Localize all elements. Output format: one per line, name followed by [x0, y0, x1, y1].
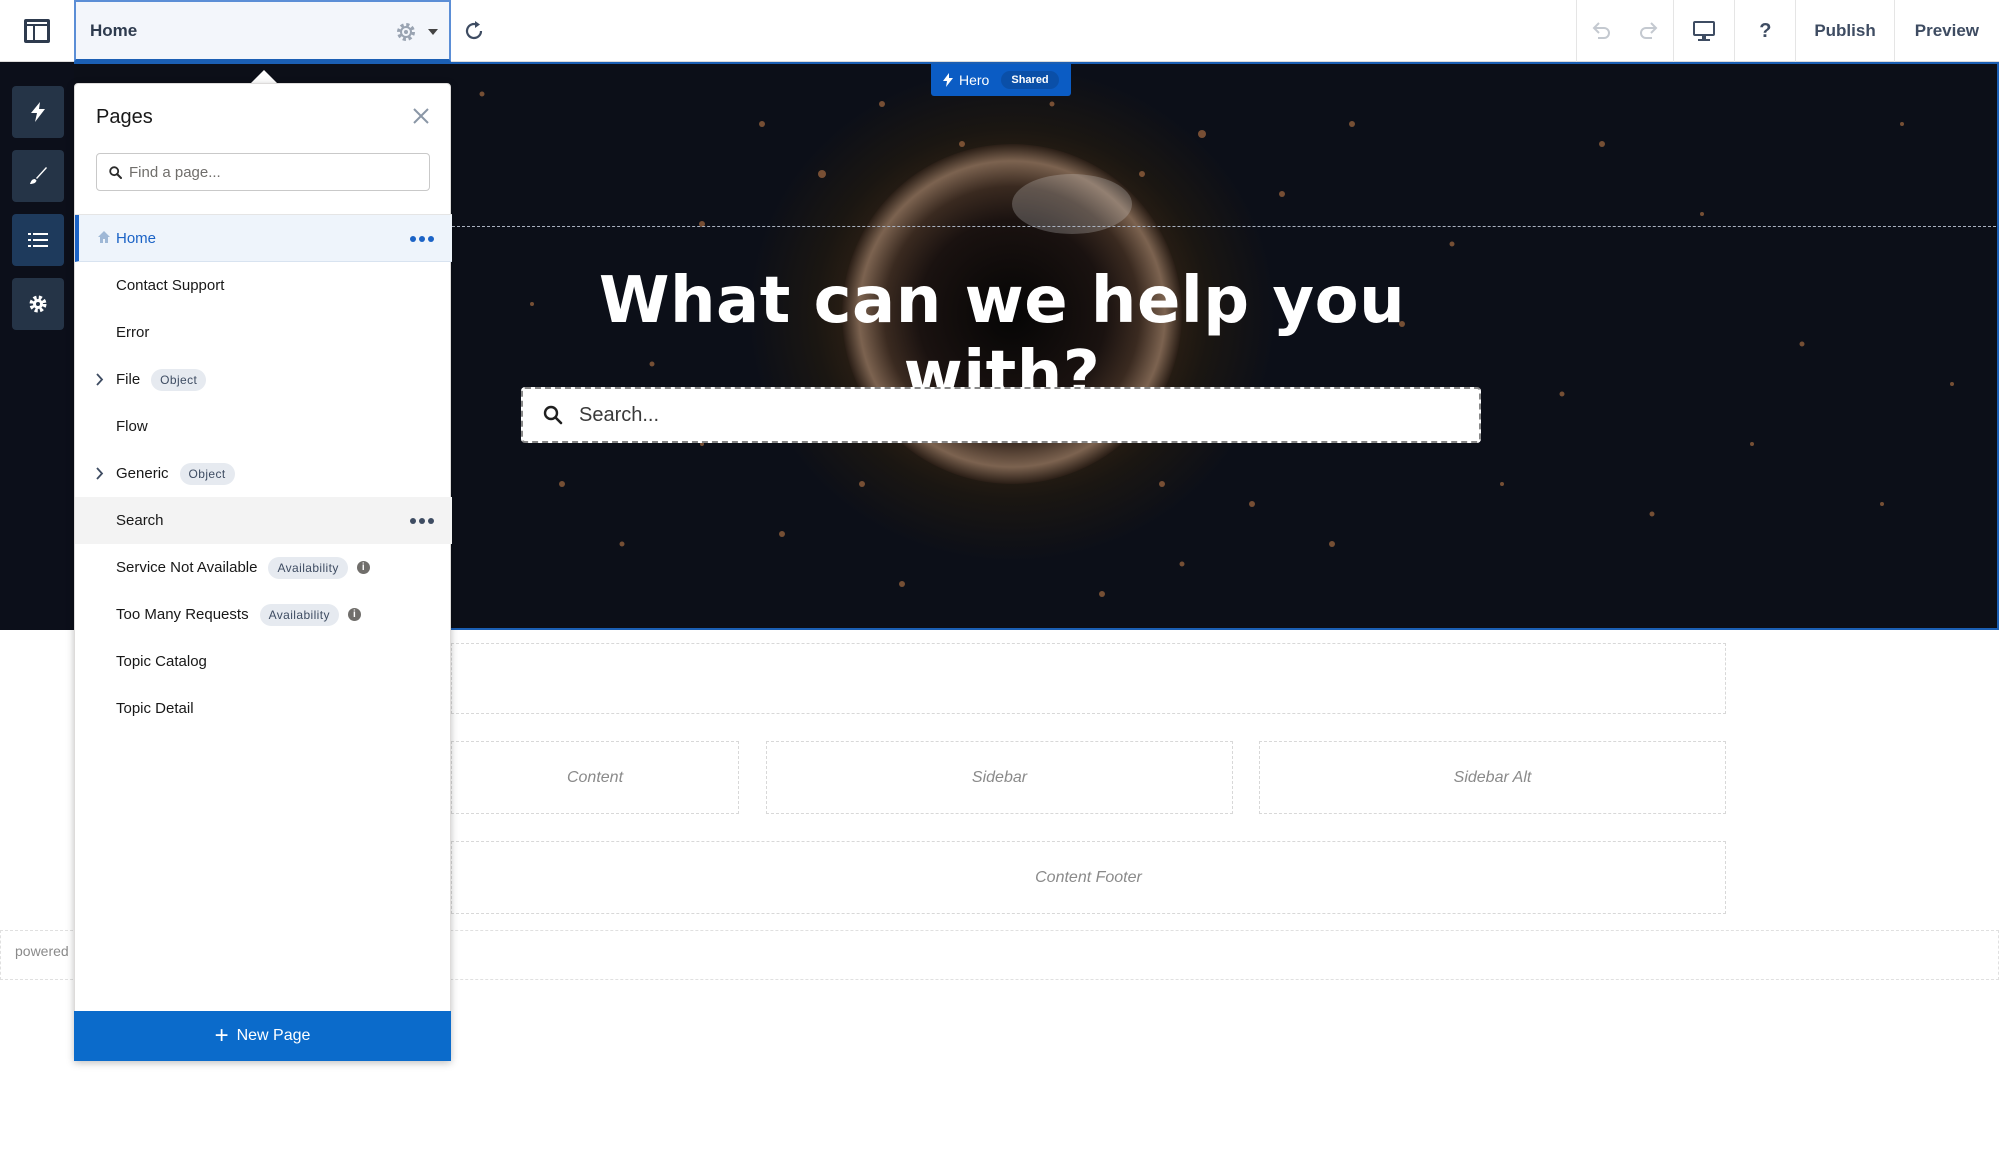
theme-button[interactable]	[12, 150, 64, 202]
toolbar-actions: ? Publish Preview	[1576, 0, 1999, 62]
paintbrush-icon	[30, 167, 47, 184]
page-item-label: Topic Catalog	[116, 653, 207, 670]
page-item-file[interactable]: File Object	[75, 356, 452, 403]
hero-section-boundary	[452, 226, 1997, 227]
help-icon: ?	[1759, 19, 1772, 42]
close-icon[interactable]	[412, 107, 430, 125]
hero-search-box[interactable]: Search...	[521, 387, 1481, 443]
page-item-error[interactable]: Error	[75, 309, 452, 356]
page-settings-gear-icon[interactable]	[395, 21, 417, 43]
hero-component-label[interactable]: Hero Shared	[931, 64, 1071, 96]
page-item-topic-catalog[interactable]: Topic Catalog	[75, 638, 452, 685]
page-item-too-many-requests[interactable]: Too Many Requests Availability i	[75, 591, 452, 638]
page-item-label: Topic Detail	[116, 700, 194, 717]
sidebar-region[interactable]: Sidebar	[766, 741, 1233, 814]
desktop-icon	[1693, 21, 1716, 41]
layout-panel-icon	[24, 19, 50, 43]
preview-button[interactable]: Preview	[1895, 0, 1999, 62]
content-header-region[interactable]	[451, 643, 1726, 714]
components-button[interactable]	[12, 86, 64, 138]
builder-left-rail	[0, 62, 74, 630]
undo-button[interactable]	[1577, 0, 1625, 62]
page-item-label: Generic	[116, 465, 169, 482]
list-icon	[28, 233, 48, 247]
page-item-label: Flow	[116, 418, 148, 435]
page-item-label: File	[116, 371, 141, 388]
find-page-placeholder: Find a page...	[129, 163, 221, 181]
shared-badge: Shared	[1001, 71, 1059, 89]
hero-component-name: Hero	[959, 72, 990, 88]
chevron-down-icon[interactable]	[428, 29, 438, 35]
device-preview-button[interactable]	[1674, 0, 1734, 62]
info-icon[interactable]: i	[347, 608, 361, 621]
page-item-label: Too Many Requests	[116, 606, 249, 623]
plus-icon: +	[214, 1022, 229, 1049]
info-icon[interactable]: i	[356, 561, 370, 574]
undo-icon	[1592, 22, 1611, 39]
page-type-badge: Availability	[259, 603, 339, 626]
more-options-icon[interactable]	[410, 236, 434, 242]
page-item-label: Service Not Available	[116, 559, 258, 576]
chevron-right-icon[interactable]	[95, 373, 104, 386]
content-footer-region[interactable]: Content Footer	[451, 841, 1726, 914]
page-item-topic-detail[interactable]: Topic Detail	[75, 685, 452, 732]
app-menu-button[interactable]	[0, 0, 74, 62]
chevron-right-icon[interactable]	[95, 467, 104, 480]
page-item-search[interactable]: Search	[75, 497, 452, 544]
page-item-home[interactable]: Home	[75, 215, 452, 262]
pages-list: Home Contact Support Error File Object F…	[75, 215, 452, 732]
refresh-icon[interactable]	[460, 17, 488, 45]
help-button[interactable]: ?	[1735, 0, 1795, 62]
new-page-button[interactable]: + New Page	[74, 1011, 451, 1061]
gear-icon	[29, 295, 47, 313]
settings-button[interactable]	[12, 278, 64, 330]
page-picker[interactable]: Home	[74, 0, 451, 62]
page-item-service-not-available[interactable]: Service Not Available Availability i	[75, 544, 452, 591]
more-options-icon[interactable]	[410, 518, 434, 524]
redo-icon	[1640, 22, 1658, 39]
page-type-badge: Object	[151, 368, 207, 391]
page-item-generic[interactable]: Generic Object	[75, 450, 452, 497]
new-page-label: New Page	[236, 1027, 311, 1044]
sidebar-alt-region[interactable]: Sidebar Alt	[1259, 741, 1726, 814]
powered-text: powered	[15, 943, 69, 959]
current-page-title: Home	[90, 20, 138, 40]
lightning-bolt-icon	[943, 73, 953, 87]
page-item-label: Search	[116, 512, 164, 529]
content-region[interactable]: Content	[451, 741, 739, 814]
page-type-badge: Availability	[268, 556, 348, 579]
redo-button[interactable]	[1625, 0, 1673, 62]
publish-button[interactable]: Publish	[1796, 0, 1893, 62]
page-type-badge: Object	[179, 462, 235, 485]
search-icon	[109, 165, 122, 179]
page-item-contact-support[interactable]: Contact Support	[75, 262, 452, 309]
pages-panel-title: Pages	[96, 106, 153, 128]
page-item-label: Error	[116, 324, 150, 341]
panel-pointer	[251, 70, 277, 83]
builder-toolbar: Home ? Publish Preview	[0, 0, 1999, 62]
hero-search-placeholder: Search...	[579, 403, 660, 426]
find-page-input[interactable]: Find a page...	[96, 153, 430, 191]
home-icon	[98, 231, 110, 243]
pages-panel: Pages Find a page... Home Contact Suppor…	[74, 83, 452, 1061]
page-item-flow[interactable]: Flow	[75, 403, 452, 450]
page-item-label: Home	[116, 229, 157, 247]
page-item-label: Contact Support	[116, 277, 225, 294]
lightning-bolt-icon	[31, 102, 45, 122]
pages-button[interactable]	[12, 214, 64, 266]
search-icon	[543, 405, 563, 425]
